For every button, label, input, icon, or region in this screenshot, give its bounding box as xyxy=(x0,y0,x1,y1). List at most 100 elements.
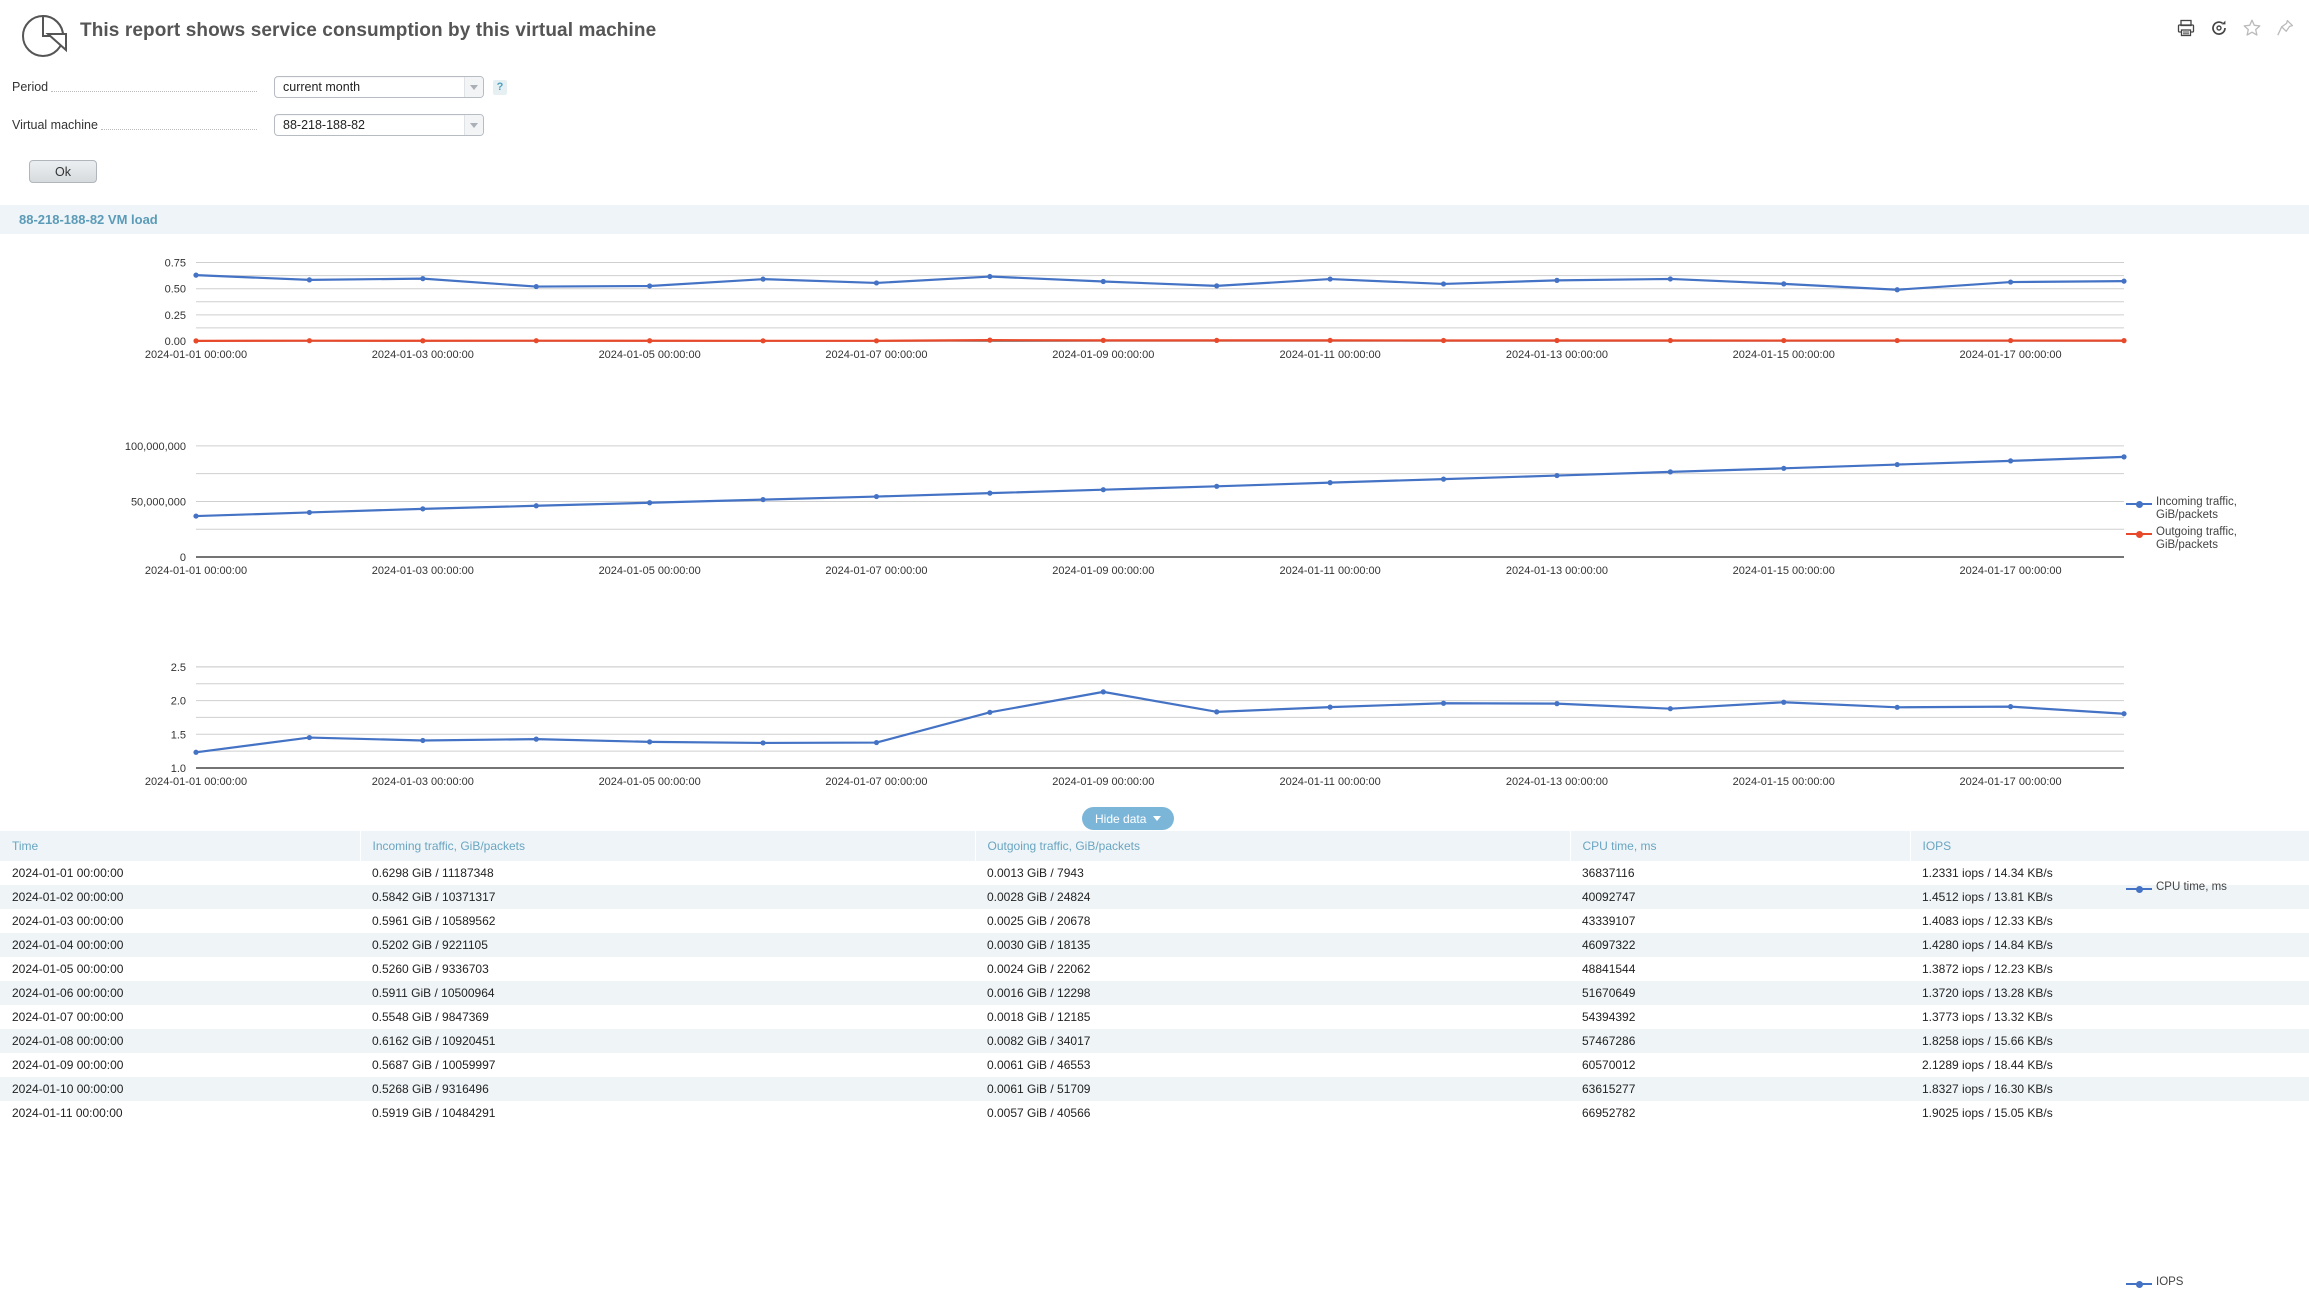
svg-text:2024-01-15 00:00:00: 2024-01-15 00:00:00 xyxy=(1733,349,1835,361)
svg-text:0.00: 0.00 xyxy=(165,336,186,348)
legend-label: CPU time, ms xyxy=(2156,881,2227,893)
table-header: Time Incoming traffic, GiB/packets Outgo… xyxy=(0,831,2309,861)
filter-row-period: Period current month ? xyxy=(12,72,2309,102)
table-cell: 0.0013 GiB / 7943 xyxy=(987,866,1084,880)
svg-text:100,000,000: 100,000,000 xyxy=(125,441,186,453)
ok-button[interactable]: Ok xyxy=(29,160,97,183)
table-row[interactable]: 2024-01-09 00:00:00 0.5687 GiB / 10059997… xyxy=(0,1053,2309,1077)
column-header-cpu[interactable]: CPU time, ms xyxy=(1570,831,1911,861)
svg-text:0.50: 0.50 xyxy=(165,284,186,296)
table-cell: 2024-01-11 00:00:00 xyxy=(12,1106,123,1120)
table-cell: 57467286 xyxy=(1582,1034,1636,1048)
refresh-icon[interactable] xyxy=(2209,18,2229,38)
table-cell: 0.5548 GiB / 9847369 xyxy=(372,1010,489,1024)
chevron-down-icon xyxy=(1153,816,1162,821)
table-cell: 2024-01-06 00:00:00 xyxy=(12,986,124,1000)
table-row[interactable]: 2024-01-06 00:00:00 0.5911 GiB / 10500964… xyxy=(0,981,2309,1005)
table-cell: 2024-01-10 00:00:00 xyxy=(12,1082,124,1096)
svg-text:2024-01-11 00:00:00: 2024-01-11 00:00:00 xyxy=(1279,776,1380,788)
chart-svg-iops: 1.0 1.5 2.0 2.5 2024-01-01 00:00:00 2024-01-0… xyxy=(145,662,2127,788)
chevron-down-icon[interactable] xyxy=(464,115,483,135)
period-help-icon[interactable]: ? xyxy=(493,79,507,95)
svg-text:2024-01-17 00:00:00: 2024-01-17 00:00:00 xyxy=(1960,349,2062,361)
print-icon[interactable] xyxy=(2176,18,2196,38)
table-cell: 48841544 xyxy=(1582,962,1636,976)
column-header-incoming[interactable]: Incoming traffic, GiB/packets xyxy=(360,831,976,861)
table-cell: 0.0030 GiB / 18135 xyxy=(987,938,1091,952)
table-row[interactable]: 2024-01-10 00:00:00 0.5268 GiB / 9316496 0… xyxy=(0,1077,2309,1101)
svg-text:50,000,000: 50,000,000 xyxy=(131,496,186,508)
table-row[interactable]: 2024-01-07 00:00:00 0.5548 GiB / 9847369 0… xyxy=(0,1005,2309,1029)
table-row[interactable]: 2024-01-03 00:00:00 0.5961 GiB / 10589562… xyxy=(0,909,2309,933)
table-cell: 36837116 xyxy=(1582,866,1635,880)
svg-text:2024-01-05 00:00:00: 2024-01-05 00:00:00 xyxy=(599,565,701,577)
virtual-machine-select-value: 88-218-188-82 xyxy=(283,118,366,132)
label-dot-leader xyxy=(100,121,257,130)
table-cell: 1.2331 iops / 14.34 KB/s xyxy=(1922,866,2053,880)
table-cell: 0.5260 GiB / 9336703 xyxy=(372,962,489,976)
table-row[interactable]: 2024-01-11 00:00:00 0.5919 GiB / 10484291… xyxy=(0,1101,2309,1125)
table-cell: 60570012 xyxy=(1582,1058,1636,1072)
svg-text:2024-01-03 00:00:00: 2024-01-03 00:00:00 xyxy=(372,776,474,788)
table-cell: 2024-01-09 00:00:00 xyxy=(12,1058,124,1072)
section-title: 88-218-188-82 VM load xyxy=(19,212,158,227)
table-cell: 0.0024 GiB / 22062 xyxy=(987,962,1091,976)
legend-marker-icon xyxy=(2126,1278,2152,1290)
table-row[interactable]: 2024-01-02 00:00:00 0.5842 GiB / 10371317… xyxy=(0,885,2309,909)
period-select[interactable]: current month xyxy=(274,76,484,98)
svg-text:0: 0 xyxy=(180,552,186,564)
table-cell: 0.5202 GiB / 9221105 xyxy=(372,938,488,952)
column-header-iops[interactable]: IOPS xyxy=(1910,831,2309,861)
svg-text:2024-01-13 00:00:00: 2024-01-13 00:00:00 xyxy=(1506,776,1608,788)
hide-data-label: Hide data xyxy=(1095,811,1147,826)
table-cell: 2024-01-01 00:00:00 xyxy=(12,866,124,880)
page-title: This report shows service consumption by… xyxy=(80,20,657,41)
svg-text:0.25: 0.25 xyxy=(165,310,186,322)
svg-text:2024-01-01 00:00:00: 2024-01-01 00:00:00 xyxy=(145,565,247,577)
table-cell: 0.0016 GiB / 12298 xyxy=(987,986,1091,1000)
svg-text:2024-01-09 00:00:00: 2024-01-09 00:00:00 xyxy=(1052,776,1154,788)
chart-cpu-time: 0 50,000,000 100,000,000 2024-01-01 00:00:0… xyxy=(0,419,2309,893)
charts-container: 0.00 0.25 0.50 0.75 2024-01-01 00:00:00 2024-… xyxy=(0,234,2309,1288)
table-cell: 0.0025 GiB / 20678 xyxy=(987,914,1091,928)
table-cell: 0.0061 GiB / 51709 xyxy=(987,1082,1091,1096)
table-row[interactable]: 2024-01-05 00:00:00 0.5260 GiB / 9336703 0… xyxy=(0,957,2309,981)
table-cell: 2024-01-08 00:00:00 xyxy=(12,1034,124,1048)
table-cell: 51670649 xyxy=(1582,986,1636,1000)
svg-text:2.0: 2.0 xyxy=(171,696,186,708)
legend-label: IOPS xyxy=(2156,1276,2184,1288)
svg-text:2.5: 2.5 xyxy=(171,662,186,674)
header-actions xyxy=(2176,18,2295,38)
table-cell: 54394392 xyxy=(1582,1010,1636,1024)
column-header-time[interactable]: Time xyxy=(0,831,361,861)
table-cell: 1.8258 iops / 15.66 KB/s xyxy=(1922,1034,2053,1048)
virtual-machine-select[interactable]: 88-218-188-82 xyxy=(274,114,484,136)
chevron-down-icon[interactable] xyxy=(464,77,483,97)
legend-item[interactable]: CPU time, ms xyxy=(2126,881,2227,895)
table-cell: 0.0082 GiB / 34017 xyxy=(987,1034,1091,1048)
table-cell: 0.0061 GiB / 46553 xyxy=(987,1058,1091,1072)
svg-text:2024-01-05 00:00:00: 2024-01-05 00:00:00 xyxy=(599,776,701,788)
svg-text:2024-01-13 00:00:00: 2024-01-13 00:00:00 xyxy=(1506,565,1608,577)
star-icon[interactable] xyxy=(2242,18,2262,38)
table-cell: 0.6162 GiB / 10920451 xyxy=(372,1034,496,1048)
table-row[interactable]: 2024-01-08 00:00:00 0.6162 GiB / 10920451… xyxy=(0,1029,2309,1053)
table-cell: 2.1289 iops / 18.44 KB/s xyxy=(1922,1058,2053,1072)
legend-item[interactable]: IOPS xyxy=(2126,1276,2183,1290)
column-header-outgoing[interactable]: Outgoing traffic, GiB/packets xyxy=(975,831,1571,861)
table-cell: 1.3872 iops / 12.23 KB/s xyxy=(1922,962,2053,976)
table-cell: 66952782 xyxy=(1582,1106,1636,1120)
table-body: 2024-01-01 00:00:00 0.6298 GiB / 11187348… xyxy=(0,861,2309,1125)
hide-data-button[interactable]: Hide data xyxy=(1082,807,1175,830)
svg-text:2024-01-03 00:00:00: 2024-01-03 00:00:00 xyxy=(372,349,474,361)
table-cell: 0.0057 GiB / 40566 xyxy=(987,1106,1091,1120)
table-row[interactable]: 2024-01-01 00:00:00 0.6298 GiB / 11187348… xyxy=(0,861,2309,885)
svg-text:2024-01-07 00:00:00: 2024-01-07 00:00:00 xyxy=(825,349,927,361)
table-row[interactable]: 2024-01-04 00:00:00 0.5202 GiB / 9221105 0… xyxy=(0,933,2309,957)
table-cell: 0.0028 GiB / 24824 xyxy=(987,890,1091,904)
table-cell: 1.8327 iops / 16.30 KB/s xyxy=(1922,1082,2053,1096)
pin-icon[interactable] xyxy=(2275,18,2295,38)
table-cell: 1.9025 iops / 15.05 KB/s xyxy=(1922,1106,2053,1120)
table-cell: 1.3773 iops / 13.32 KB/s xyxy=(1922,1010,2053,1024)
page-header: This report shows service consumption by… xyxy=(0,0,2309,62)
